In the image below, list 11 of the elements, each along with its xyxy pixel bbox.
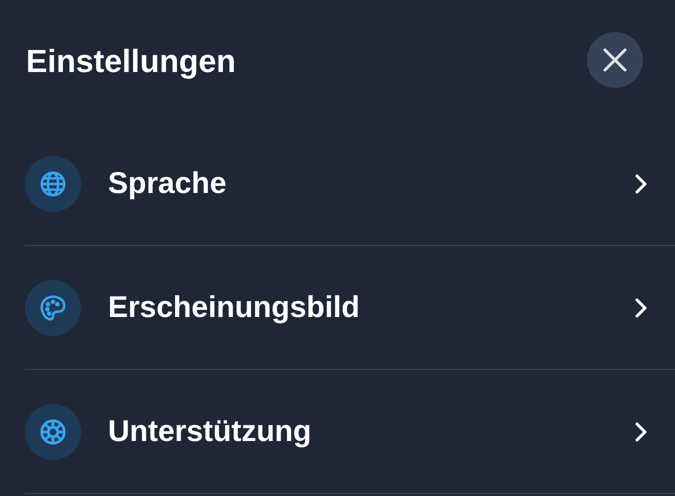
chevron-right-icon [635, 174, 647, 194]
chevron-right-icon [635, 298, 647, 318]
close-icon [603, 48, 627, 72]
menu-item-label[interactable]: Sprache [108, 166, 635, 200]
chevron-right-icon [635, 422, 647, 442]
menu-item-label[interactable]: Erscheinungsbild [108, 290, 635, 324]
menu-item-label[interactable]: Unterstützung [108, 414, 635, 448]
lifebuoy-icon [38, 416, 68, 446]
panel-title: Einstellungen [26, 42, 236, 80]
palette-icon [38, 292, 68, 322]
globe-icon [38, 168, 68, 198]
